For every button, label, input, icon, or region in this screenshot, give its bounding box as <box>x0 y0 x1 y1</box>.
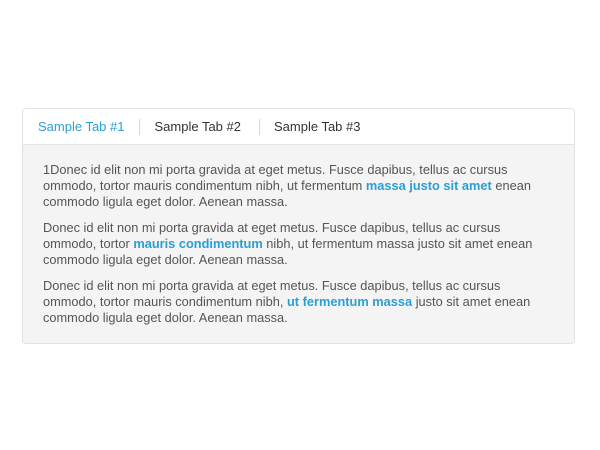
paragraph: Donec id elit non mi porta gravida at eg… <box>43 220 554 268</box>
tab-panel: 1Donec id elit non mi porta gravida at e… <box>23 145 574 326</box>
tab-sample-2[interactable]: Sample Tab #2 <box>138 118 260 135</box>
paragraph: 1Donec id elit non mi porta gravida at e… <box>43 162 554 210</box>
tabs-widget: Sample Tab #1 Sample Tab #2 Sample Tab #… <box>22 108 575 344</box>
paragraph-link[interactable]: ut fermentum massa <box>287 294 412 309</box>
tab-sample-3[interactable]: Sample Tab #3 <box>259 118 375 135</box>
paragraph-link[interactable]: mauris condimentum <box>133 236 262 251</box>
tab-sample-1[interactable]: Sample Tab #1 <box>38 119 139 135</box>
paragraph: Donec id elit non mi porta gravida at eg… <box>43 278 554 326</box>
paragraph-link[interactable]: massa justo sit amet <box>366 178 492 193</box>
tab-bar: Sample Tab #1 Sample Tab #2 Sample Tab #… <box>23 109 574 145</box>
